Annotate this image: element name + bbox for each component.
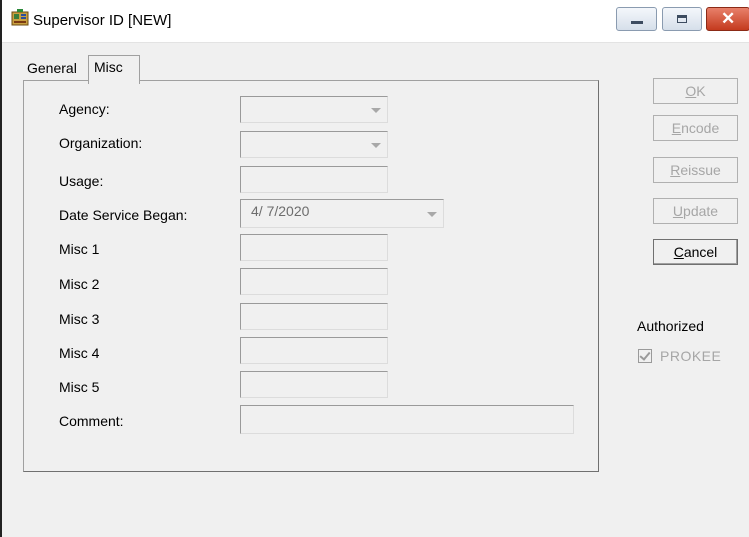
title-bar[interactable]: Supervisor ID [NEW] ✕ — [2, 0, 749, 43]
tab-misc-label: Misc — [94, 59, 123, 75]
organization-label: Organization: — [59, 135, 143, 151]
update-label-rest: pdate — [683, 203, 719, 219]
comment-field[interactable] — [240, 405, 574, 434]
ok-label-rest: K — [696, 83, 706, 99]
prokee-checkbox-label[interactable]: PROKEE — [660, 348, 721, 364]
misc3-label: Misc 3 — [59, 311, 100, 327]
misc4-field[interactable] — [240, 337, 388, 364]
update-button[interactable]: Update — [653, 198, 738, 224]
tab-misc[interactable]: Misc — [88, 55, 140, 84]
usage-label: Usage: — [59, 173, 104, 189]
encode-label-rest: ncode — [681, 120, 720, 136]
prokee-checkbox[interactable] — [638, 349, 652, 363]
chevron-down-icon[interactable] — [421, 204, 441, 223]
organization-combo[interactable] — [240, 131, 388, 158]
chevron-down-icon[interactable] — [365, 100, 385, 119]
agency-label: Agency: — [59, 101, 110, 117]
agency-combo[interactable] — [240, 96, 388, 123]
misc4-label: Misc 4 — [59, 345, 100, 361]
minimize-button[interactable] — [616, 7, 657, 31]
cancel-button[interactable]: Cancel — [653, 239, 738, 265]
maximize-button[interactable] — [662, 7, 702, 31]
date-service-began-picker[interactable]: 4/ 7/2020 — [240, 199, 444, 228]
reissue-mnemonic: R — [670, 162, 681, 178]
cancel-mnemonic: C — [673, 244, 684, 260]
close-button[interactable]: ✕ — [706, 7, 749, 31]
supervisor-id-window: Supervisor ID [NEW] ✕ General Misc Agenc… — [0, 0, 749, 537]
encode-button[interactable]: Encode — [653, 115, 738, 141]
chevron-down-icon[interactable] — [365, 135, 385, 154]
encode-mnemonic: E — [671, 120, 682, 136]
usage-field[interactable] — [240, 166, 388, 193]
date-service-began-label: Date Service Began: — [59, 207, 188, 223]
cancel-label-rest: ancel — [683, 244, 718, 260]
close-icon: ✕ — [721, 9, 736, 28]
ok-button[interactable]: OK — [653, 78, 738, 104]
window-title: Supervisor ID [NEW] — [33, 12, 172, 29]
misc5-label: Misc 5 — [59, 379, 100, 395]
reissue-button[interactable]: Reissue — [653, 157, 738, 183]
misc3-field[interactable] — [240, 303, 388, 330]
misc1-label: Misc 1 — [59, 241, 100, 257]
tab-general[interactable]: General — [27, 60, 77, 76]
update-mnemonic: U — [672, 203, 684, 219]
ok-mnemonic: O — [685, 83, 697, 99]
comment-label: Comment: — [59, 413, 124, 429]
date-service-began-value: 4/ 7/2020 — [251, 203, 310, 219]
maximize-icon — [677, 15, 687, 23]
reissue-label-rest: eissue — [680, 162, 721, 178]
misc2-field[interactable] — [240, 268, 388, 295]
misc5-field[interactable] — [240, 371, 388, 398]
minimize-icon — [631, 21, 643, 24]
authorized-label: Authorized — [637, 318, 704, 334]
misc1-field[interactable] — [240, 234, 388, 261]
app-icon — [11, 9, 29, 26]
misc2-label: Misc 2 — [59, 276, 100, 292]
